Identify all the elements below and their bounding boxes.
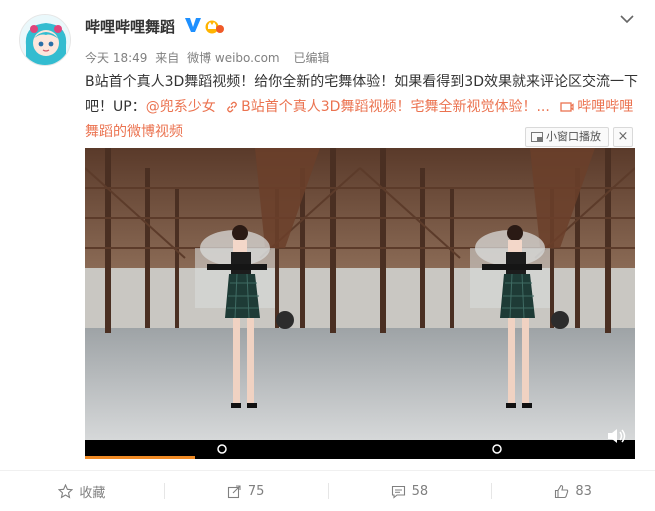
comment-button[interactable]: 58 xyxy=(327,471,492,511)
close-video-button[interactable]: × xyxy=(613,127,633,147)
mini-window-button[interactable]: 小窗口播放 xyxy=(525,127,609,147)
mention-link[interactable]: @兜系少女 xyxy=(146,99,216,115)
favorite-button[interactable]: 收藏 xyxy=(0,471,164,511)
video-icon xyxy=(560,102,574,112)
comment-count: 58 xyxy=(411,483,429,499)
post-time[interactable]: 今天 18:49 xyxy=(85,51,147,65)
star-icon xyxy=(58,483,74,499)
mini-window-label: 小窗口播放 xyxy=(546,130,601,143)
weibo-post: 哔哩哔哩舞蹈 今天 18:49 来自 微博 weibo.com 已编辑 B站首个… xyxy=(0,0,655,511)
v-verified-icon xyxy=(185,18,201,32)
chevron-down-icon[interactable] xyxy=(618,12,636,26)
thumbs-up-icon xyxy=(555,484,569,498)
link-icon xyxy=(227,101,238,113)
avatar[interactable] xyxy=(19,14,71,66)
vip-crown-icon[interactable] xyxy=(204,18,224,34)
like-count: 83 xyxy=(575,483,592,499)
article-link[interactable]: B站首个真人3D舞蹈视频！宅舞全新视觉体验！... xyxy=(241,99,550,115)
share-icon xyxy=(227,484,241,498)
repost-count: 75 xyxy=(247,483,265,499)
comment-icon xyxy=(391,485,405,499)
repost-button[interactable]: 75 xyxy=(163,471,328,511)
action-bar: 收藏 75 58 83 xyxy=(0,471,655,511)
post-source[interactable]: 微博 weibo.com xyxy=(187,51,280,65)
video-frame xyxy=(85,148,635,459)
favorite-label: 收藏 xyxy=(79,485,106,501)
video-player[interactable] xyxy=(85,148,635,459)
mini-window-icon xyxy=(531,132,543,142)
username[interactable]: 哔哩哔哩舞蹈 xyxy=(85,16,175,37)
like-button[interactable]: 83 xyxy=(491,471,655,511)
post-from: 来自 xyxy=(155,51,180,65)
volume-icon[interactable] xyxy=(607,428,627,444)
edited-label[interactable]: 已编辑 xyxy=(293,51,329,65)
video-progress-bar[interactable] xyxy=(85,456,195,459)
post-meta: 今天 18:49 来自 微博 weibo.com 已编辑 xyxy=(85,49,333,66)
